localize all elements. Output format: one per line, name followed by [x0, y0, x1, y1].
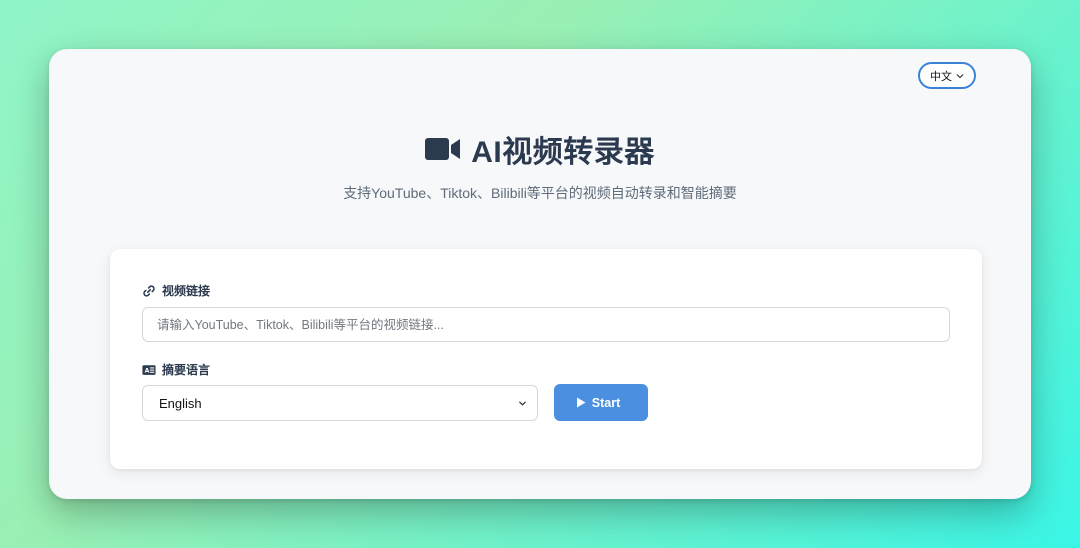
app-window: 中文 AI视频转录器 支持YouTube、Tiktok、Bilibili等平台的…	[49, 49, 1031, 499]
video-link-input[interactable]	[142, 307, 950, 342]
summary-language-label-row: A 摘要语言	[142, 361, 210, 378]
language-switch-label: 中文	[930, 70, 952, 83]
svg-text:A: A	[145, 367, 150, 374]
transcribe-form-card: 视频链接 A 摘要语言 English Start	[110, 249, 982, 469]
page-header: AI视频转录器	[49, 129, 1031, 169]
video-link-label: 视频链接	[162, 284, 211, 298]
start-button-label: Start	[591, 395, 621, 410]
translate-icon: A	[142, 364, 156, 375]
summary-language-value: English	[159, 395, 202, 411]
link-icon	[143, 284, 155, 297]
play-icon	[576, 397, 586, 408]
chevron-down-icon	[956, 73, 964, 78]
summary-language-label: 摘要语言	[162, 363, 211, 377]
language-switch-button[interactable]: 中文	[918, 62, 976, 89]
start-button[interactable]: Start	[554, 384, 648, 421]
summary-language-select[interactable]: English	[142, 385, 538, 421]
page-title: AI视频转录器	[471, 136, 655, 169]
video-link-label-row: 视频链接	[142, 282, 210, 299]
page-subtitle: 支持YouTube、Tiktok、Bilibili等平台的视频自动转录和智能摘要	[343, 185, 737, 201]
chevron-down-icon	[519, 401, 526, 405]
video-camera-icon	[425, 138, 461, 160]
